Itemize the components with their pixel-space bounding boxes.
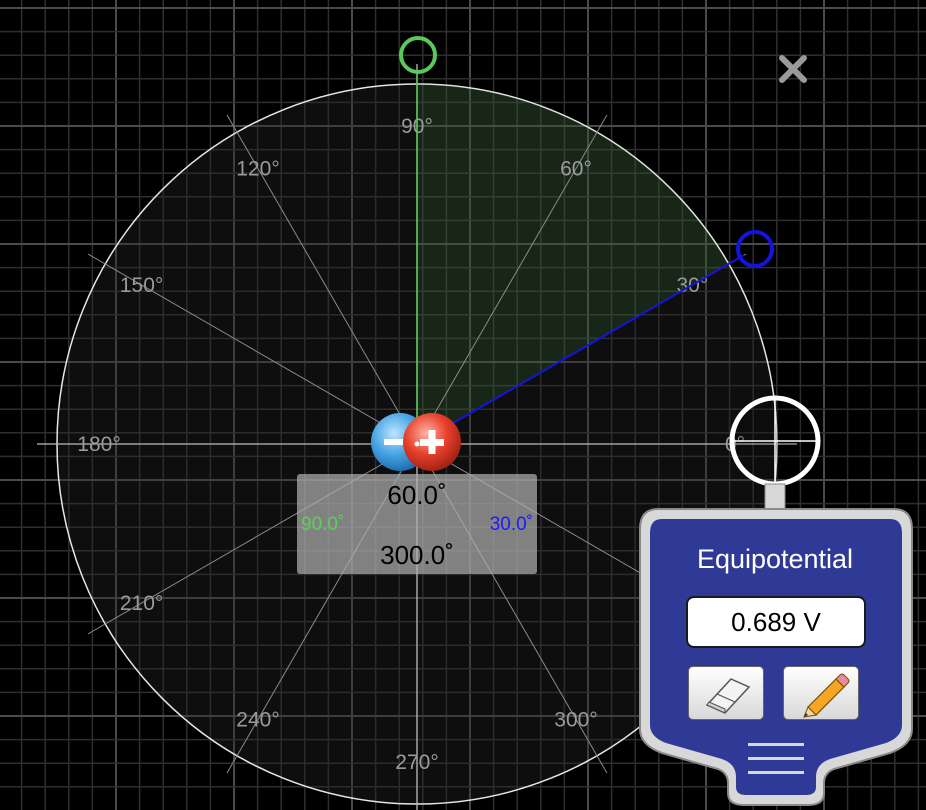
angle-label-60: 60° <box>560 158 592 181</box>
close-icon <box>779 55 807 83</box>
angle-label-240: 240° <box>236 708 279 731</box>
vertex-point <box>414 441 420 447</box>
eraser-button[interactable] <box>688 666 764 720</box>
angle-label-270: 270° <box>395 751 438 774</box>
positive-charge[interactable] <box>403 413 461 471</box>
pencil-icon <box>803 673 850 718</box>
angle-label-210: 210° <box>120 592 163 615</box>
blue-angle-value: 30.0˚ <box>489 514 533 535</box>
angle-label-150: 150° <box>120 274 163 297</box>
angle-label-300: 300° <box>554 708 597 731</box>
pencil-button[interactable] <box>783 666 859 720</box>
voltmeter-title: Equipotential <box>696 544 854 574</box>
explementary-angle-value: 300.0˚ <box>380 540 454 570</box>
angle-label-180: 180° <box>77 433 120 456</box>
angle-readout-panel: 60.0˚ 90.0˚ 30.0˚ 300.0˚ <box>297 474 537 574</box>
minus-icon <box>384 439 404 445</box>
close-button[interactable] <box>774 50 812 88</box>
main-angle-value: 60.0˚ <box>387 480 447 510</box>
eraser-icon <box>705 678 751 714</box>
blue-ray-handle[interactable] <box>736 230 774 268</box>
voltage-readout: 0.689 V <box>686 596 866 648</box>
angle-label-120: 120° <box>236 158 279 181</box>
green-angle-value: 90.0˚ <box>301 514 345 535</box>
